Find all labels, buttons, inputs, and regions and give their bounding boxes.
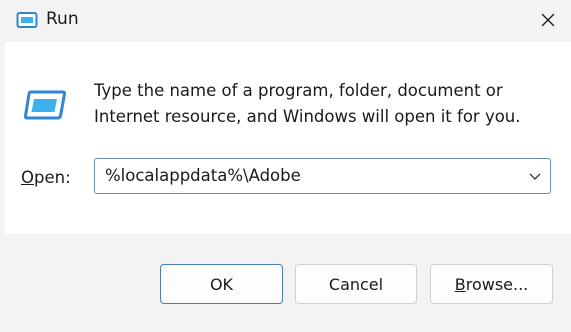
cancel-button[interactable]: Cancel: [295, 264, 417, 304]
run-icon: [16, 12, 38, 28]
open-label-rest: pen:: [34, 168, 71, 187]
dialog-content: Type the name of a program, folder, docu…: [5, 42, 571, 234]
close-icon: [541, 13, 555, 27]
close-button[interactable]: [525, 0, 571, 40]
open-combobox[interactable]: %localappdata%\Adobe: [94, 158, 551, 194]
open-input[interactable]: %localappdata%\Adobe: [105, 166, 301, 185]
browse-accelerator: B: [454, 274, 466, 294]
title-bar: Run: [0, 0, 571, 42]
instruction-line-2: Internet resource, and Windows will open…: [94, 107, 521, 126]
browse-label-rest: rowse...: [465, 274, 529, 294]
open-label-accelerator: O: [21, 168, 34, 187]
ok-button[interactable]: OK: [160, 264, 283, 304]
instruction-text: Type the name of a program, folder, docu…: [94, 78, 534, 130]
browse-button[interactable]: Browse...: [430, 264, 553, 304]
window-title: Run: [46, 9, 79, 29]
chevron-down-icon[interactable]: [526, 167, 544, 185]
open-label: Open:: [21, 168, 71, 187]
run-program-icon: [24, 90, 66, 120]
instruction-line-1: Type the name of a program, folder, docu…: [94, 81, 503, 100]
